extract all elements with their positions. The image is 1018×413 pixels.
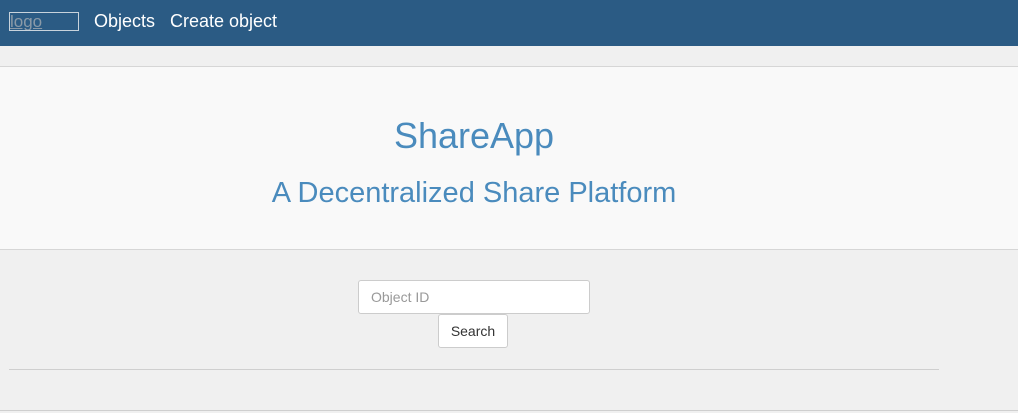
nav-link-objects[interactable]: Objects xyxy=(94,10,155,32)
nav-link-create-object[interactable]: Create object xyxy=(170,10,277,32)
top-navbar: logo Objects Create object xyxy=(0,0,1018,46)
page-subtitle: A Decentralized Share Platform xyxy=(271,177,677,209)
hero-banner: ShareApp A Decentralized Share Platform xyxy=(0,66,1018,250)
object-id-input[interactable] xyxy=(358,280,590,314)
footer-divider xyxy=(0,410,1018,411)
page-title: ShareApp xyxy=(393,115,555,156)
content-divider xyxy=(9,369,939,370)
search-button[interactable]: Search xyxy=(438,314,508,348)
logo-image[interactable]: logo xyxy=(9,12,79,31)
